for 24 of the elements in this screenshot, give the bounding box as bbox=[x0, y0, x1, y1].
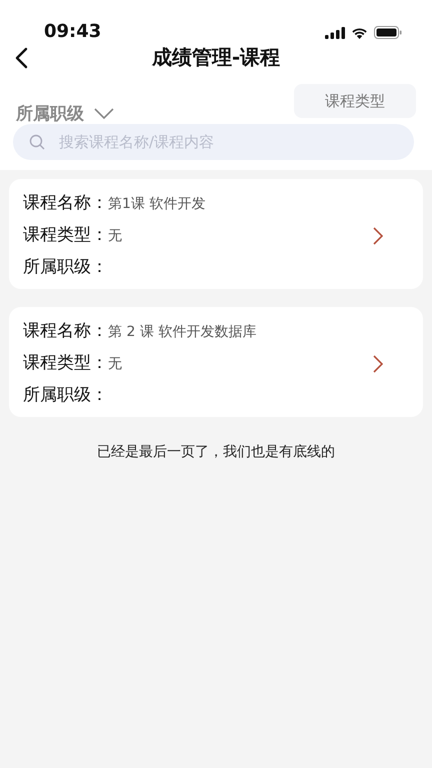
end-of-list-note: 已经是最后一页了，我们也是有底线的 bbox=[96, 443, 336, 461]
course-card[interactable]: 课程名称：第 2 课 软件开发数据库 课程类型：无 所属职级： bbox=[9, 307, 423, 417]
course-card[interactable]: 课程名称：第1课 软件开发 课程类型：无 所属职级： bbox=[9, 179, 423, 289]
field-value: 第 2 课 软件开发数据库 bbox=[108, 323, 256, 341]
field-value: 无 bbox=[108, 227, 122, 245]
battery-icon bbox=[374, 26, 402, 39]
field-label: 课程名称： bbox=[23, 192, 108, 214]
field-label: 课程类型： bbox=[23, 352, 108, 374]
field-label: 所属职级： bbox=[23, 256, 108, 278]
status-time: 09:43 bbox=[44, 22, 102, 42]
signal-icon bbox=[325, 26, 345, 38]
back-icon bbox=[14, 47, 28, 69]
field-label: 所属职级： bbox=[23, 384, 108, 406]
course-type-button[interactable]: 课程类型 bbox=[294, 84, 416, 118]
field-label: 课程类型： bbox=[23, 224, 108, 246]
chevron-down-icon bbox=[94, 108, 114, 119]
field-label: 课程名称： bbox=[23, 320, 108, 342]
level-dropdown[interactable]: 所属职级 bbox=[16, 102, 114, 125]
chevron-right-icon bbox=[373, 355, 383, 373]
field-value: 第1课 软件开发 bbox=[108, 195, 206, 213]
chevron-right-icon bbox=[373, 227, 383, 245]
wifi-icon bbox=[351, 26, 368, 38]
page-title: 成绩管理-课程 bbox=[152, 44, 280, 70]
field-value: 无 bbox=[108, 355, 122, 373]
